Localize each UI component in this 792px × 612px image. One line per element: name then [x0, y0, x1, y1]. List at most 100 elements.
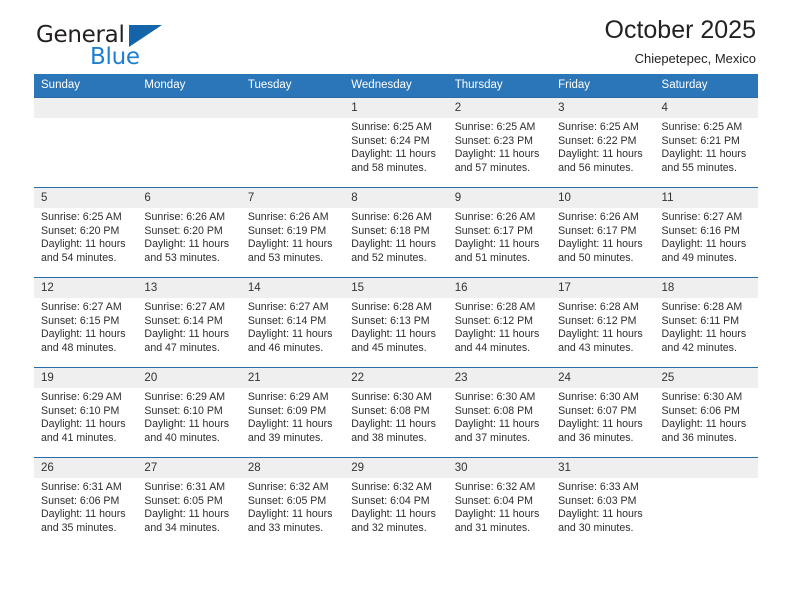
sunset-text: Sunset: 6:19 PM — [247, 224, 327, 237]
calendar-day-cell[interactable]: 2 Sunrise: 6:25 AM Sunset: 6:23 PM Daylight… — [447, 97, 552, 188]
sunset-text: Sunset: 6:12 PM — [558, 314, 637, 327]
daylight-text: Daylight: 11 hours and 48 minutes. — [41, 328, 126, 354]
day-details: Sunrise: 6:27 AM Sunset: 6:14 PM Daylight:… — [241, 298, 344, 355]
daylight-text: Daylight: 11 hours and 39 minutes. — [247, 418, 333, 444]
daylight-text: Daylight: 11 hours and 38 minutes. — [351, 418, 436, 444]
day-details: Sunrise: 6:25 AM Sunset: 6:20 PM Daylight:… — [34, 208, 137, 265]
day-number: 11 — [654, 188, 758, 208]
sunrise-text: Sunrise: 6:30 AM — [351, 391, 432, 403]
calendar-day-cell[interactable]: 15 Sunrise: 6:28 AM Sunset: 6:13 PM Dayligh… — [344, 277, 448, 368]
day-details: Sunrise: 6:28 AM Sunset: 6:13 PM Daylight:… — [344, 298, 447, 355]
calendar-day-cell[interactable]: 19 Sunrise: 6:29 AM Sunset: 6:10 PM Dayligh… — [34, 367, 138, 458]
day-details: Sunrise: 6:29 AM Sunset: 6:10 PM Daylight:… — [137, 388, 240, 445]
sunset-text: Sunset: 6:05 PM — [247, 494, 327, 507]
day-cell-inner: 22 Sunrise: 6:30 AM Sunset: 6:08 PM Dayligh… — [344, 368, 448, 457]
calendar-day-cell[interactable]: 1 Sunrise: 6:25 AM Sunset: 6:24 PM Daylight… — [344, 97, 448, 188]
sunset-text: Sunset: 6:12 PM — [454, 314, 534, 327]
calendar-day-cell[interactable]: 24 Sunrise: 6:30 AM Sunset: 6:07 PM Dayligh… — [551, 367, 655, 458]
day-cell-inner: 10 Sunrise: 6:26 AM Sunset: 6:17 PM Dayligh… — [551, 188, 655, 277]
calendar-day-cell[interactable]: 4 Sunrise: 6:25 AM Sunset: 6:21 PM Daylight… — [654, 97, 758, 188]
calendar-day-cell[interactable]: 9 Sunrise: 6:26 AM Sunset: 6:17 PM Daylight… — [447, 187, 552, 278]
daylight-text: Daylight: 11 hours and 33 minutes. — [247, 508, 333, 534]
calendar-day-cell[interactable]: 26 Sunrise: 6:31 AM Sunset: 6:06 PM Dayligh… — [34, 457, 138, 540]
day-details: Sunrise: 6:26 AM Sunset: 6:17 PM Daylight:… — [448, 208, 551, 265]
calendar-week-row: 5 Sunrise: 6:25 AM Sunset: 6:20 PM Daylight… — [34, 187, 758, 278]
brand-logo[interactable]: General Blue — [36, 22, 216, 70]
calendar-day-cell[interactable]: 11 Sunrise: 6:27 AM Sunset: 6:16 PM Dayligh… — [654, 187, 758, 278]
calendar-day-cell[interactable]: 23 Sunrise: 6:30 AM Sunset: 6:08 PM Dayligh… — [447, 367, 552, 458]
calendar-day-cell[interactable]: 29 Sunrise: 6:32 AM Sunset: 6:04 PM Dayligh… — [344, 457, 448, 540]
sunrise-text: Sunrise: 6:30 AM — [558, 391, 639, 403]
sunset-text: Sunset: 6:07 PM — [558, 404, 637, 417]
day-number: 28 — [240, 458, 345, 478]
day-number: 22 — [344, 368, 448, 388]
calendar-day-cell[interactable]: 17 Sunrise: 6:28 AM Sunset: 6:12 PM Dayligh… — [551, 277, 655, 368]
weekday-header-sunday: Sunday — [34, 74, 138, 98]
calendar-day-cell[interactable]: 28 Sunrise: 6:32 AM Sunset: 6:05 PM Dayligh… — [240, 457, 345, 540]
calendar-day-cell[interactable]: 21 Sunrise: 6:29 AM Sunset: 6:09 PM Dayligh… — [240, 367, 345, 458]
daylight-text: Daylight: 11 hours and 58 minutes. — [351, 148, 436, 174]
day-number: 9 — [447, 188, 552, 208]
day-details: Sunrise: 6:29 AM Sunset: 6:09 PM Daylight:… — [241, 388, 344, 445]
calendar-day-cell[interactable]: 8 Sunrise: 6:26 AM Sunset: 6:18 PM Daylight… — [344, 187, 448, 278]
day-details: Sunrise: 6:32 AM Sunset: 6:05 PM Daylight:… — [241, 478, 344, 535]
sunrise-text: Sunrise: 6:28 AM — [351, 301, 432, 313]
calendar-day-cell[interactable]: 18 Sunrise: 6:28 AM Sunset: 6:11 PM Dayligh… — [654, 277, 758, 368]
calendar-day-cell[interactable]: 14 Sunrise: 6:27 AM Sunset: 6:14 PM Dayligh… — [240, 277, 345, 368]
sunrise-text: Sunrise: 6:25 AM — [558, 121, 639, 133]
day-number: 12 — [34, 278, 138, 298]
day-number: 7 — [240, 188, 345, 208]
day-cell-inner: 25 Sunrise: 6:30 AM Sunset: 6:06 PM Dayligh… — [654, 368, 758, 457]
calendar-day-cell[interactable]: 27 Sunrise: 6:31 AM Sunset: 6:05 PM Dayligh… — [137, 457, 241, 540]
day-details: Sunrise: 6:26 AM Sunset: 6:18 PM Daylight:… — [344, 208, 447, 265]
day-number: 4 — [654, 98, 758, 118]
calendar-header-row: Sunday Monday Tuesday Wednesday Thursday… — [34, 74, 758, 98]
day-number: 1 — [344, 98, 448, 118]
sunset-text: Sunset: 6:17 PM — [558, 224, 637, 237]
sunset-text: Sunset: 6:11 PM — [661, 314, 740, 327]
calendar-day-cell[interactable]: 30 Sunrise: 6:32 AM Sunset: 6:04 PM Dayligh… — [447, 457, 552, 540]
calendar-day-cell[interactable]: 12 Sunrise: 6:27 AM Sunset: 6:15 PM Dayligh… — [34, 277, 138, 368]
day-number: 13 — [137, 278, 241, 298]
day-number: 24 — [551, 368, 655, 388]
sunrise-text: Sunrise: 6:32 AM — [454, 481, 536, 493]
sunset-text: Sunset: 6:14 PM — [247, 314, 327, 327]
calendar-day-cell[interactable]: 5 Sunrise: 6:25 AM Sunset: 6:20 PM Daylight… — [34, 187, 138, 278]
day-details: Sunrise: 6:25 AM Sunset: 6:22 PM Daylight:… — [551, 118, 654, 175]
day-details: Sunrise: 6:27 AM Sunset: 6:14 PM Daylight:… — [137, 298, 240, 355]
calendar-day-cell[interactable]: 25 Sunrise: 6:30 AM Sunset: 6:06 PM Dayligh… — [654, 367, 758, 458]
calendar-day-cell[interactable]: 7 Sunrise: 6:26 AM Sunset: 6:19 PM Daylight… — [240, 187, 345, 278]
sunset-text: Sunset: 6:08 PM — [454, 404, 534, 417]
day-number — [137, 98, 241, 118]
sunrise-text: Sunrise: 6:27 AM — [661, 211, 743, 223]
sunrise-text: Sunrise: 6:26 AM — [351, 211, 432, 223]
sunrise-text: Sunrise: 6:25 AM — [454, 121, 536, 133]
day-cell-inner: 20 Sunrise: 6:29 AM Sunset: 6:10 PM Dayligh… — [137, 368, 241, 457]
day-details: Sunrise: 6:28 AM Sunset: 6:12 PM Daylight:… — [551, 298, 654, 355]
daylight-text: Daylight: 11 hours and 45 minutes. — [351, 328, 436, 354]
day-cell-inner — [34, 98, 138, 187]
day-number — [240, 98, 345, 118]
day-cell-inner: 4 Sunrise: 6:25 AM Sunset: 6:21 PM Daylight… — [654, 98, 758, 187]
page-subtitle: Chiepetepec, Mexico — [634, 51, 756, 66]
calendar-day-cell[interactable]: 10 Sunrise: 6:26 AM Sunset: 6:17 PM Dayligh… — [551, 187, 655, 278]
day-cell-inner — [240, 98, 345, 187]
calendar-day-cell[interactable]: 3 Sunrise: 6:25 AM Sunset: 6:22 PM Daylight… — [551, 97, 655, 188]
sunset-text: Sunset: 6:20 PM — [41, 224, 120, 237]
daylight-text: Daylight: 11 hours and 34 minutes. — [144, 508, 230, 534]
calendar-day-cell[interactable]: 31 Sunrise: 6:33 AM Sunset: 6:03 PM Dayligh… — [551, 457, 655, 540]
sunset-text: Sunset: 6:15 PM — [41, 314, 120, 327]
sunrise-text: Sunrise: 6:33 AM — [558, 481, 639, 493]
sunset-text: Sunset: 6:21 PM — [661, 134, 740, 147]
calendar-day-cell[interactable]: 6 Sunrise: 6:26 AM Sunset: 6:20 PM Daylight… — [137, 187, 241, 278]
sunrise-text: Sunrise: 6:32 AM — [351, 481, 432, 493]
day-details: Sunrise: 6:25 AM Sunset: 6:21 PM Daylight:… — [655, 118, 758, 175]
calendar-day-cell[interactable]: 16 Sunrise: 6:28 AM Sunset: 6:12 PM Dayligh… — [447, 277, 552, 368]
day-details: Sunrise: 6:26 AM Sunset: 6:19 PM Daylight:… — [241, 208, 344, 265]
calendar-day-cell[interactable]: 13 Sunrise: 6:27 AM Sunset: 6:14 PM Dayligh… — [137, 277, 241, 368]
sunrise-text: Sunrise: 6:31 AM — [41, 481, 122, 493]
sunrise-text: Sunrise: 6:28 AM — [661, 301, 743, 313]
day-number: 18 — [654, 278, 758, 298]
calendar-day-cell[interactable]: 20 Sunrise: 6:29 AM Sunset: 6:10 PM Dayligh… — [137, 367, 241, 458]
calendar-day-cell[interactable]: 22 Sunrise: 6:30 AM Sunset: 6:08 PM Dayligh… — [344, 367, 448, 458]
